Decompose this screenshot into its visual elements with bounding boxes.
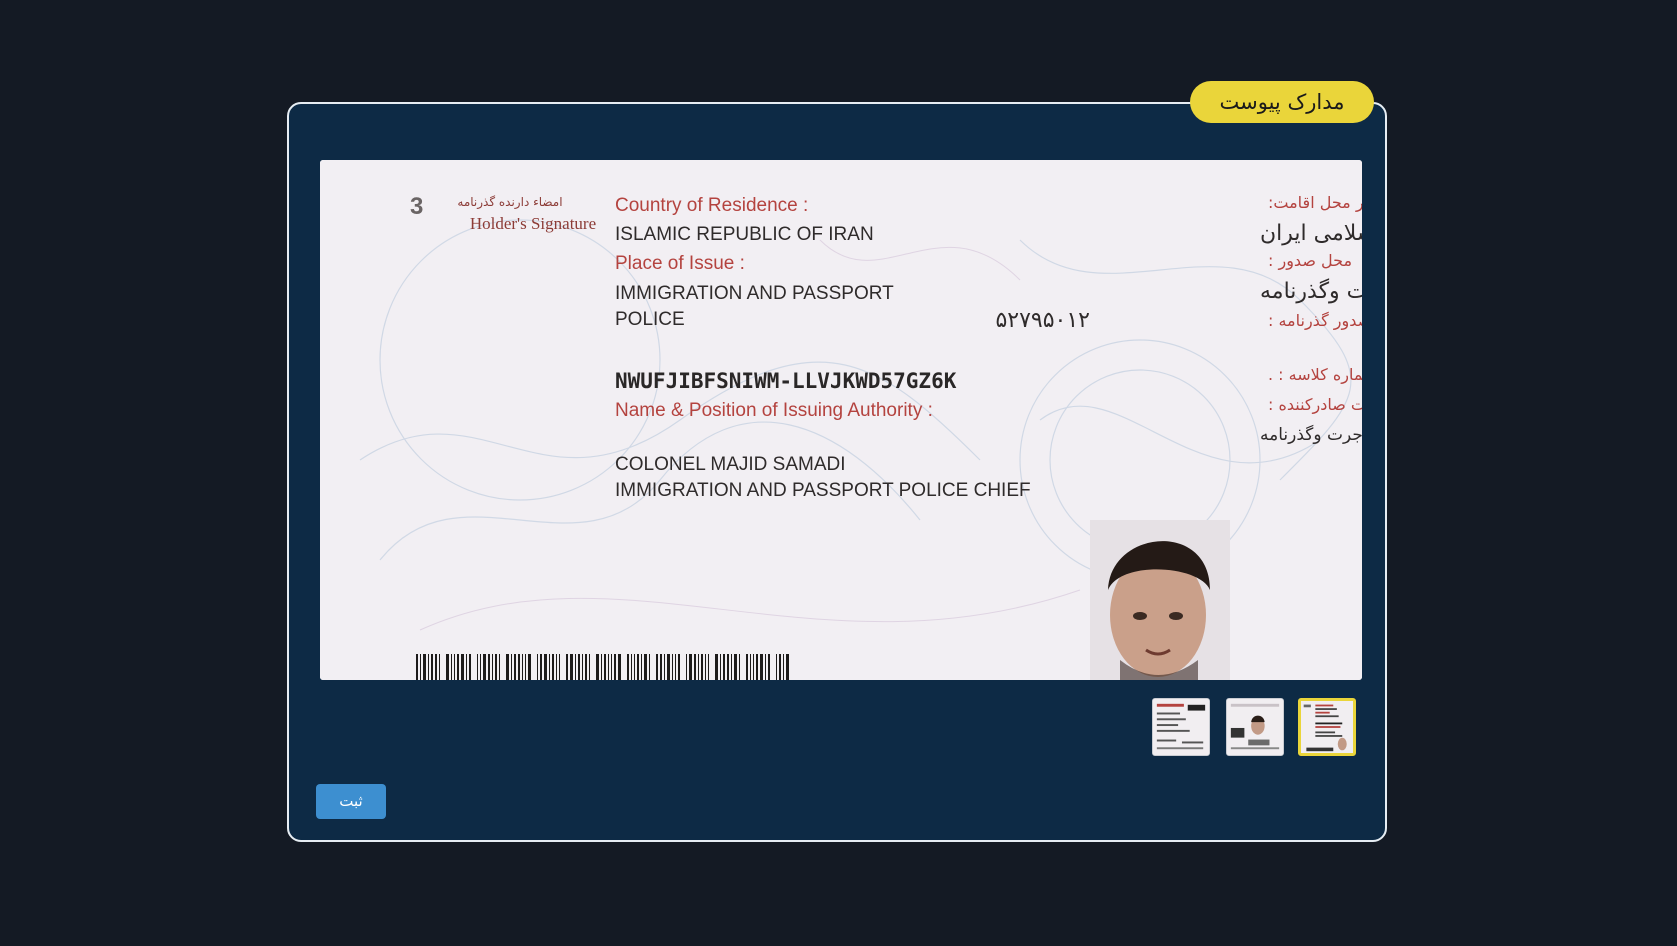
passport-page-image: 3 امضاء دارنده گذرنامه Holder's Signatur…: [320, 160, 1362, 680]
place-value-en-line2: POLICE: [615, 309, 685, 330]
place-label-fa: محل صدور :: [1268, 251, 1352, 271]
thumbnail-attachment-2-image: [1227, 699, 1283, 755]
thumbnail-attachment-2[interactable]: [1226, 698, 1284, 756]
authority-label-fa: نام و سمت صادرکننده :: [1268, 395, 1362, 415]
thumbnail-attachment-3-image: [1301, 701, 1353, 753]
country-value-en: ISLAMIC REPUBLIC OF IRAN: [615, 224, 874, 245]
signature-label-en: Holder's Signature: [470, 214, 596, 233]
authority-label-en: Name & Position of Issuing Authority :: [615, 400, 933, 421]
submit-button[interactable]: ثبت: [316, 784, 386, 819]
country-label-en: Country of Residence :: [615, 195, 808, 216]
issue-doc-value: ۵۲۷۹۵۰۱۲: [995, 308, 1090, 333]
thumbnail-attachment-1-image: [1153, 699, 1209, 755]
document-preview: 3 امضاء دارنده گذرنامه Holder's Signatur…: [320, 160, 1362, 680]
authority-value-en-line2: IMMIGRATION AND PASSPORT POLICE CHIEF: [615, 480, 1031, 501]
attachments-modal: 3 امضاء دارنده گذرنامه Holder's Signatur…: [287, 102, 1387, 842]
class-number-value: NWUFJIBFSNIWM-LLVJKWD57GZ6K: [615, 369, 957, 393]
issue-doc-label-fa: مدرک صدور گذرنامه :: [1268, 311, 1362, 331]
signature-label-fa: امضاء دارنده گذرنامه: [457, 195, 562, 210]
class-number-label-fa: شماره کلاسه : .: [1268, 365, 1362, 385]
holder-photo: [1090, 520, 1230, 680]
modal-title-badge: مدارک پیوست: [1190, 81, 1374, 123]
page-number: 3: [410, 193, 423, 220]
place-value-fa: پلیس مهاجرت وگذرنامه: [1260, 278, 1362, 304]
country-value-fa: جمهوری اسلامی ایران: [1260, 221, 1362, 246]
thumbnail-attachment-3[interactable]: [1298, 698, 1356, 756]
country-label-fa: کشور محل اقامت:: [1268, 193, 1362, 213]
authority-value-fa: سرهنگ مجید صمدی -رئیس پلیس مهاجرت وگذرنا…: [1260, 424, 1362, 445]
place-label-en: Place of Issue :: [615, 253, 745, 274]
place-value-en-line1: IMMIGRATION AND PASSPORT: [615, 283, 894, 304]
authority-value-en-line1: COLONEL MAJID SAMADI: [615, 454, 846, 475]
thumbnail-attachment-1[interactable]: [1152, 698, 1210, 756]
